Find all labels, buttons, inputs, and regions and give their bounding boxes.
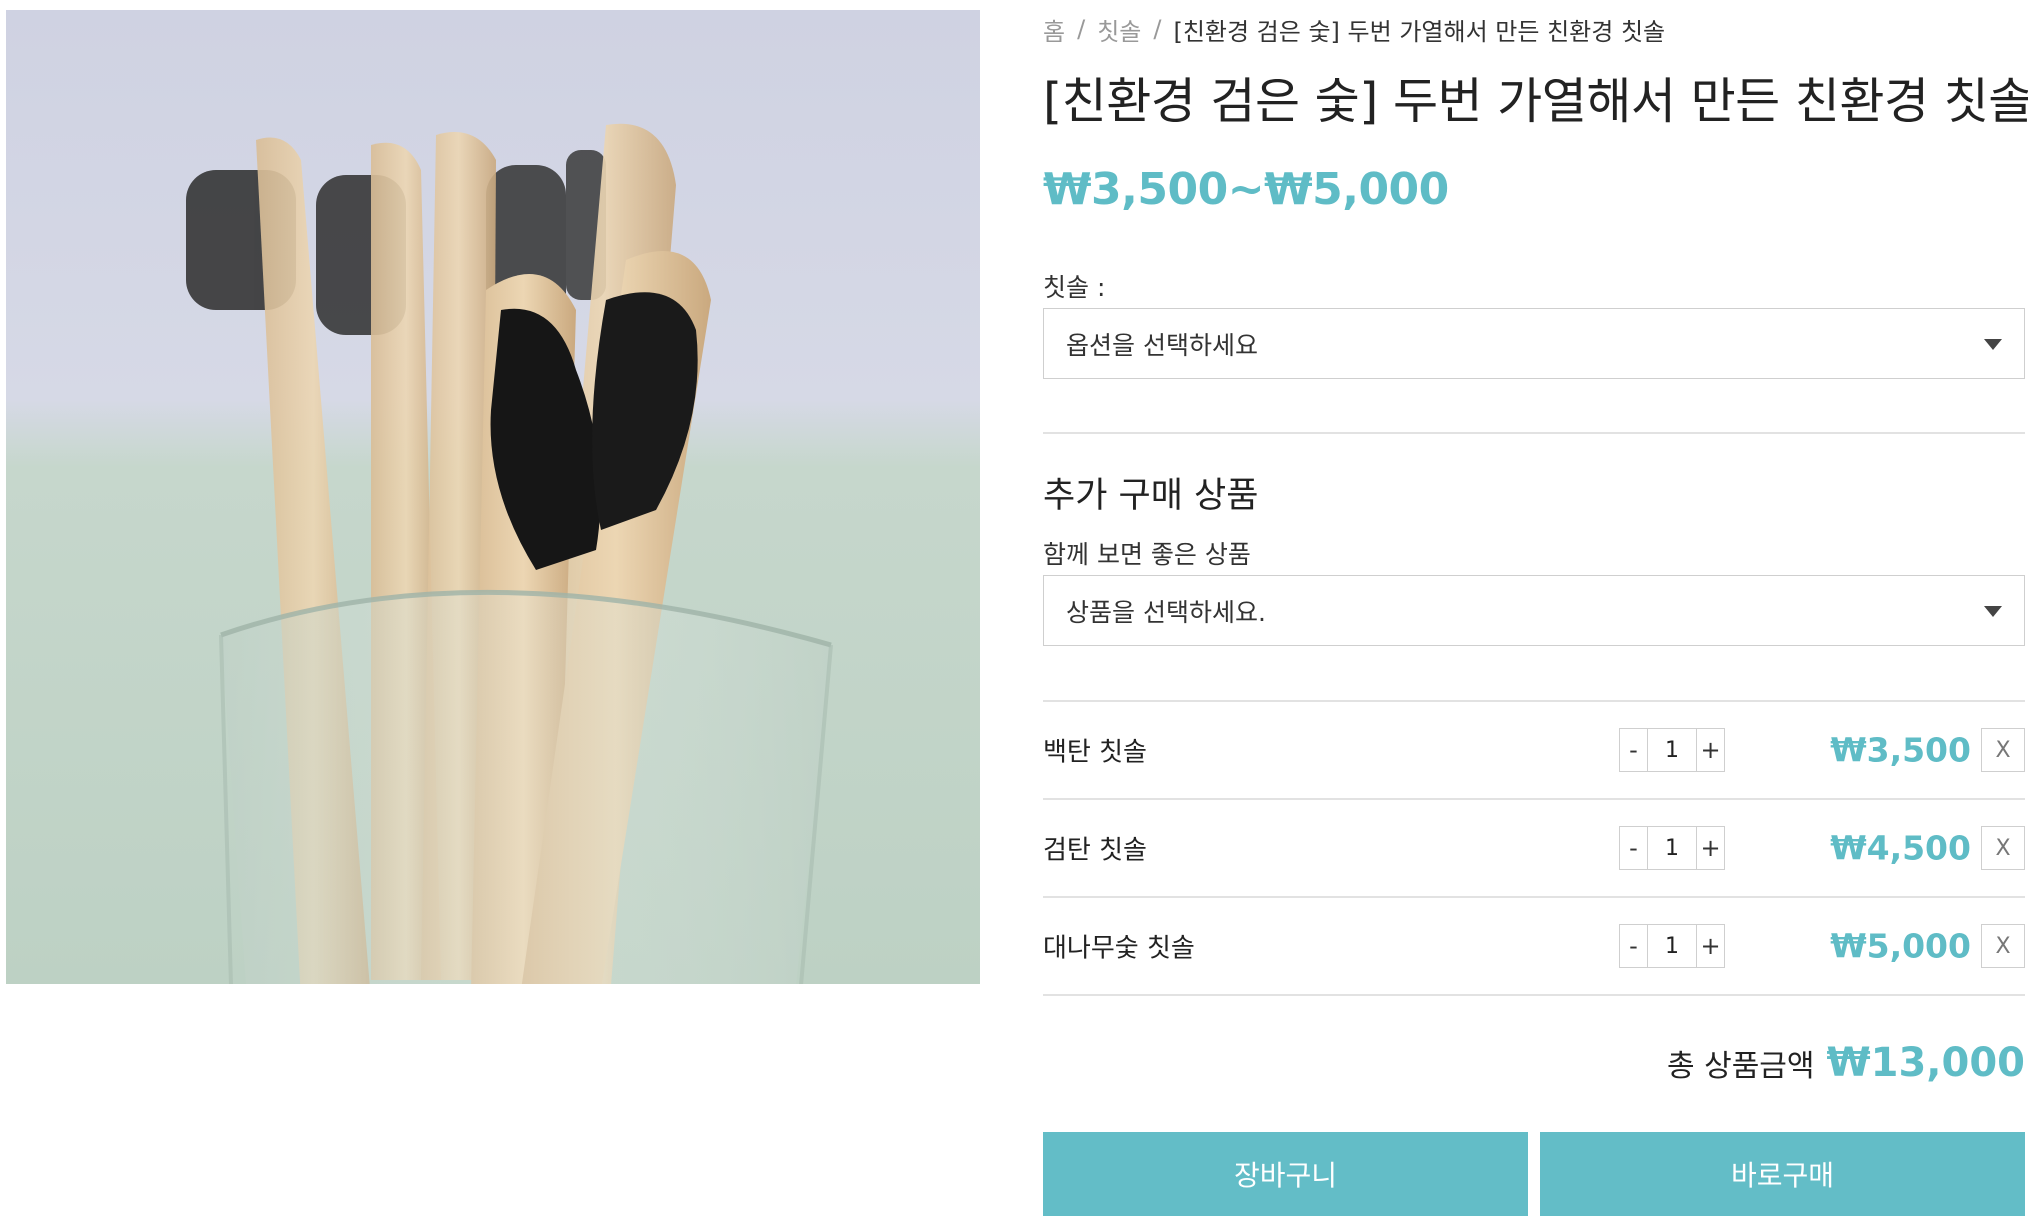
quantity-input[interactable]: 1 bbox=[1648, 925, 1696, 967]
quantity-decrease-button[interactable]: - bbox=[1620, 729, 1648, 771]
selected-item-name: 백탄 칫솔 bbox=[1043, 737, 1147, 768]
selected-item: 검탄 칫솔 - 1 + ₩4,500 X bbox=[1043, 800, 2025, 896]
breadcrumb-home[interactable]: 홈 bbox=[1043, 12, 1065, 47]
chevron-down-icon bbox=[1984, 605, 2002, 617]
divider bbox=[1043, 432, 2025, 434]
addon-section-subtitle: 함께 보면 좋은 상품 bbox=[1043, 540, 1251, 569]
option-select-placeholder: 옵션을 선택하세요 bbox=[1066, 330, 1258, 360]
addon-select[interactable]: 상품을 선택하세요. bbox=[1043, 575, 2025, 646]
quantity-increase-button[interactable]: + bbox=[1696, 827, 1724, 869]
selected-item-price: ₩3,500 bbox=[1830, 730, 1971, 770]
total-price-label: 총 상품금액 bbox=[1666, 1049, 1815, 1084]
product-price-range: ₩3,500~₩5,000 bbox=[1043, 164, 1449, 215]
breadcrumb: 홈 / 칫솔 / [친환경 검은 숯] 두번 가열해서 만든 친환경 칫솔 bbox=[1043, 12, 1666, 47]
quantity-input[interactable]: 1 bbox=[1648, 729, 1696, 771]
quantity-stepper: - 1 + bbox=[1619, 728, 1725, 772]
chevron-down-icon bbox=[1984, 338, 2002, 350]
selected-item: 대나무숯 칫솔 - 1 + ₩5,000 X bbox=[1043, 898, 2025, 994]
breadcrumb-current: [친환경 검은 숯] 두번 가열해서 만든 친환경 칫솔 bbox=[1173, 17, 1666, 46]
product-title: [친환경 검은 숯] 두번 가열해서 만든 친환경 칫솔 bbox=[1043, 73, 2028, 130]
breadcrumb-category[interactable]: 칫솔 bbox=[1097, 12, 1141, 47]
option-label: 칫솔 : bbox=[1043, 273, 1106, 302]
quantity-increase-button[interactable]: + bbox=[1696, 925, 1724, 967]
selected-item: 백탄 칫솔 - 1 + ₩3,500 X bbox=[1043, 702, 2025, 798]
quantity-increase-button[interactable]: + bbox=[1696, 729, 1724, 771]
option-select[interactable]: 옵션을 선택하세요 bbox=[1043, 308, 2025, 379]
quantity-decrease-button[interactable]: - bbox=[1620, 925, 1648, 967]
remove-item-button[interactable]: X bbox=[1981, 728, 2025, 772]
addon-select-placeholder: 상품을 선택하세요. bbox=[1066, 597, 1266, 627]
remove-item-button[interactable]: X bbox=[1981, 826, 2025, 870]
quantity-stepper: - 1 + bbox=[1619, 924, 1725, 968]
selected-item-price: ₩4,500 bbox=[1830, 828, 1971, 868]
remove-item-button[interactable]: X bbox=[1981, 924, 2025, 968]
total-price: 총 상품금액 ₩13,000 bbox=[1667, 1040, 2025, 1086]
quantity-decrease-button[interactable]: - bbox=[1620, 827, 1648, 869]
product-image bbox=[6, 10, 980, 984]
quantity-stepper: - 1 + bbox=[1619, 826, 1725, 870]
add-to-cart-button[interactable]: 장바구니 bbox=[1043, 1132, 1528, 1216]
selected-item-name: 대나무숯 칫솔 bbox=[1043, 933, 1195, 964]
total-price-value: ₩13,000 bbox=[1826, 1040, 2025, 1086]
buy-now-button[interactable]: 바로구매 bbox=[1540, 1132, 2025, 1216]
selected-item-price: ₩5,000 bbox=[1830, 926, 1971, 966]
toothbrush-illustration bbox=[186, 123, 833, 984]
divider bbox=[1043, 994, 2025, 996]
selected-item-name: 검탄 칫솔 bbox=[1043, 835, 1147, 866]
quantity-input[interactable]: 1 bbox=[1648, 827, 1696, 869]
breadcrumb-separator: / bbox=[1153, 15, 1162, 43]
addon-section-title: 추가 구매 상품 bbox=[1043, 476, 1259, 516]
breadcrumb-separator: / bbox=[1077, 15, 1086, 43]
